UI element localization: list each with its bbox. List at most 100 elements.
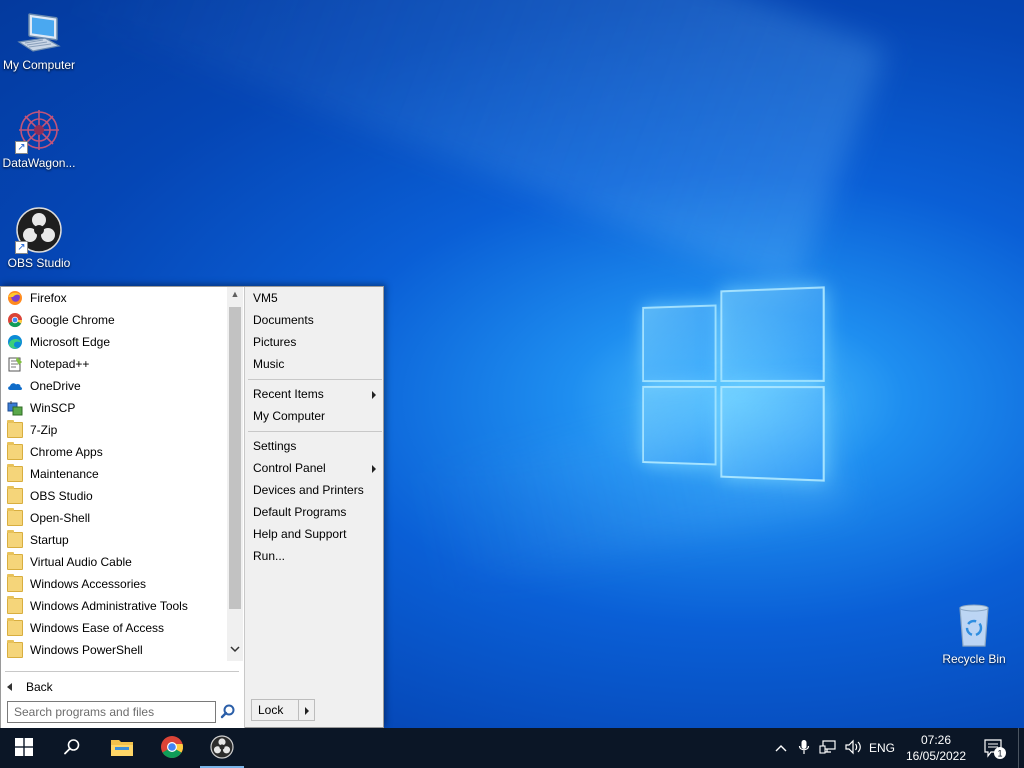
search-icon[interactable] [219,703,237,721]
wallpaper-windows-logo [642,284,827,484]
program-folder-7-zip[interactable]: 7-Zip [1,419,227,441]
program-label: Windows Accessories [30,577,147,591]
folder-icon [7,508,23,526]
computer-icon [15,8,63,56]
program-item-winscp[interactable]: WinSCP [1,397,227,419]
search-icon [63,738,81,759]
menu-item-label: Run... [253,549,286,563]
divider [5,671,239,672]
menu-item-help-and-support[interactable]: Help and Support [248,523,382,545]
shortcut-arrow-icon: ↗ [15,241,28,254]
menu-item-my-computer[interactable]: My Computer [248,405,382,427]
program-list: Firefox Google Chrome Microsoft Edge Not… [1,287,227,661]
clock-time: 07:26 [920,733,952,747]
taskbar-google-chrome[interactable] [148,728,196,768]
start-button[interactable] [0,728,48,768]
program-label: Chrome Apps [30,445,103,459]
program-label: Windows Ease of Access [30,621,165,635]
network-tray-button[interactable] [816,728,840,768]
scroll-down-arrow-icon[interactable] [227,645,243,659]
input-language-indicator[interactable]: ENG [866,728,898,768]
shortcut-arrow-icon: ↗ [15,141,28,154]
menu-item-label: VM5 [253,291,278,305]
microphone-tray-button[interactable] [794,728,814,768]
shutdown-options-arrow-icon[interactable] [298,699,315,721]
desktop-icon-datawagon[interactable]: ↗ DataWagon... [1,106,77,170]
folder-icon [7,618,23,636]
program-label: Windows Administrative Tools [30,599,188,613]
desktop-icon-label: OBS Studio [7,256,71,270]
scroll-up-arrow-icon[interactable]: ▲ [227,289,243,303]
program-folder-windows-administrative-tools[interactable]: Windows Administrative Tools [1,595,227,617]
menu-item-vm5[interactable]: VM5 [248,287,382,309]
program-folder-maintenance[interactable]: Maintenance [1,463,227,485]
menu-item-pictures[interactable]: Pictures [248,331,382,353]
menu-item-label: Devices and Printers [253,483,364,497]
language-label: ENG [868,741,895,755]
lock-button[interactable]: Lock [251,699,303,721]
program-folder-virtual-audio-cable[interactable]: Virtual Audio Cable [1,551,227,573]
winscp-icon [7,400,23,416]
menu-item-run[interactable]: Run... [248,545,382,567]
program-item-microsoft-edge[interactable]: Microsoft Edge [1,331,227,353]
search-input[interactable] [7,701,216,723]
show-desktop-button[interactable] [1018,728,1024,768]
submenu-arrow-icon [372,391,376,399]
program-item-firefox[interactable]: Firefox [1,287,227,309]
program-folder-obs-studio[interactable]: OBS Studio [1,485,227,507]
folder-icon [7,640,23,658]
program-folder-startup[interactable]: Startup [1,529,227,551]
search-button[interactable] [48,728,96,768]
menu-item-default-programs[interactable]: Default Programs [248,501,382,523]
program-folder-windows-powershell[interactable]: Windows PowerShell [1,639,227,661]
program-label: OBS Studio [30,489,93,503]
program-item-google-chrome[interactable]: Google Chrome [1,309,227,331]
menu-item-devices-and-printers[interactable]: Devices and Printers [248,479,382,501]
notification-count: 1 [997,749,1002,759]
folder-icon [7,420,23,438]
action-center-button[interactable]: 1 [980,728,1008,768]
desktop-icon-obs-studio[interactable]: ↗ OBS Studio [1,206,77,270]
program-folder-windows-accessories[interactable]: Windows Accessories [1,573,227,595]
clock[interactable]: 07:26 16/05/2022 [900,732,972,764]
menu-item-label: My Computer [253,409,326,423]
menu-item-label: Control Panel [253,461,326,475]
back-arrow-icon [7,683,12,691]
taskbar-obs-studio[interactable] [198,728,246,768]
menu-item-documents[interactable]: Documents [248,309,382,331]
program-folder-open-shell[interactable]: Open-Shell [1,507,227,529]
divider [248,379,382,380]
desktop-icon-label: Recycle Bin [942,652,1006,666]
menu-item-music[interactable]: Music [248,353,382,375]
program-label: Virtual Audio Cable [30,555,132,569]
desktop-icon-label: DataWagon... [2,156,76,170]
menu-item-label: Default Programs [253,505,347,519]
network-icon [819,739,837,758]
back-button[interactable]: Back [5,677,235,697]
program-item-onedrive[interactable]: OneDrive [1,375,227,397]
program-folder-chrome-apps[interactable]: Chrome Apps [1,441,227,463]
desktop-icon-recycle-bin[interactable]: Recycle Bin [936,602,1012,666]
program-label: 7-Zip [30,423,58,437]
menu-item-control-panel[interactable]: Control Panel [248,457,382,479]
menu-item-recent-items[interactable]: Recent Items [248,383,382,405]
program-label: Google Chrome [30,313,115,327]
volume-tray-button[interactable] [842,728,866,768]
program-label: Microsoft Edge [30,335,111,349]
program-list-scrollbar[interactable]: ▲ [227,287,243,661]
menu-item-settings[interactable]: Settings [248,435,382,457]
taskbar-file-explorer[interactable] [98,728,146,768]
program-label: OneDrive [30,379,81,393]
speaker-icon [845,739,863,758]
onedrive-icon [7,378,23,394]
show-hidden-icons-button[interactable] [770,728,792,768]
desktop-icon-my-computer[interactable]: My Computer [1,8,77,72]
folder-icon [7,596,23,614]
program-folder-windows-ease-of-access[interactable]: Windows Ease of Access [1,617,227,639]
program-item-notepadpp[interactable]: Notepad++ [1,353,227,375]
program-label: Open-Shell [30,511,91,525]
desktop-icon-label: My Computer [2,58,76,72]
scrollbar-thumb[interactable] [229,307,241,609]
chrome-icon [160,735,184,762]
folder-icon [7,530,23,548]
